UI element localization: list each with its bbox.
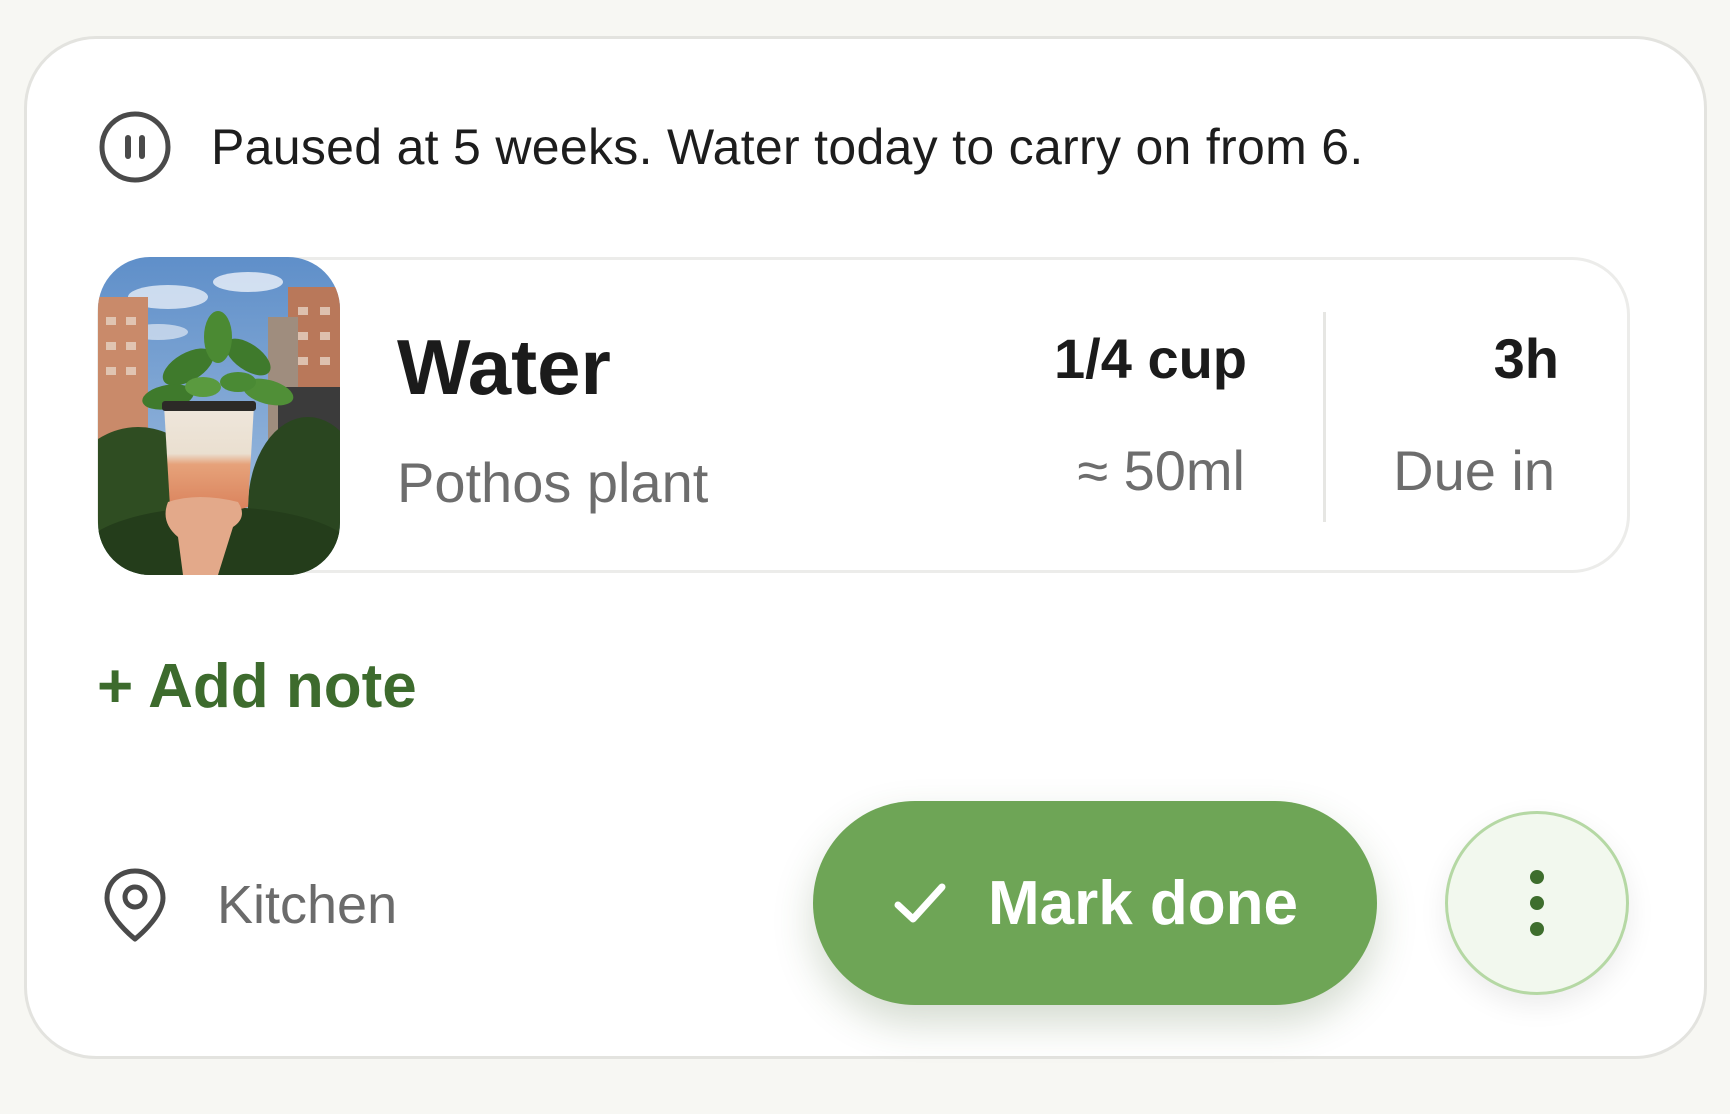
task-title: Water — [397, 323, 611, 411]
more-options-button[interactable] — [1445, 811, 1629, 995]
map-pin-icon — [104, 868, 166, 942]
paused-banner: Paused at 5 weeks. Water today to carry … — [97, 109, 1364, 185]
task-card: Paused at 5 weeks. Water today to carry … — [24, 36, 1707, 1059]
mark-done-button[interactable]: Mark done — [813, 801, 1377, 1005]
plant-photo — [98, 257, 340, 575]
water-amount: 1/4 cup — [1054, 327, 1247, 390]
more-vertical-icon — [1530, 870, 1544, 936]
water-amount-ml: ≈ 50ml — [1077, 439, 1245, 502]
divider — [1323, 312, 1326, 522]
due-value: 3h — [1493, 327, 1559, 390]
check-icon — [894, 883, 946, 923]
task-row[interactable]: Water Pothos plant 1/4 cup ≈ 50ml 3h Due… — [97, 257, 1630, 575]
mark-done-label: Mark done — [987, 868, 1299, 938]
plant-name: Pothos plant — [397, 451, 709, 514]
location: Kitchen — [97, 865, 397, 945]
paused-banner-text: Paused at 5 weeks. Water today to carry … — [211, 119, 1364, 175]
due-label: Due in — [1393, 439, 1555, 502]
add-note-link[interactable]: + Add note — [97, 651, 417, 722]
pause-circle-icon — [99, 111, 171, 183]
location-label: Kitchen — [217, 875, 398, 935]
